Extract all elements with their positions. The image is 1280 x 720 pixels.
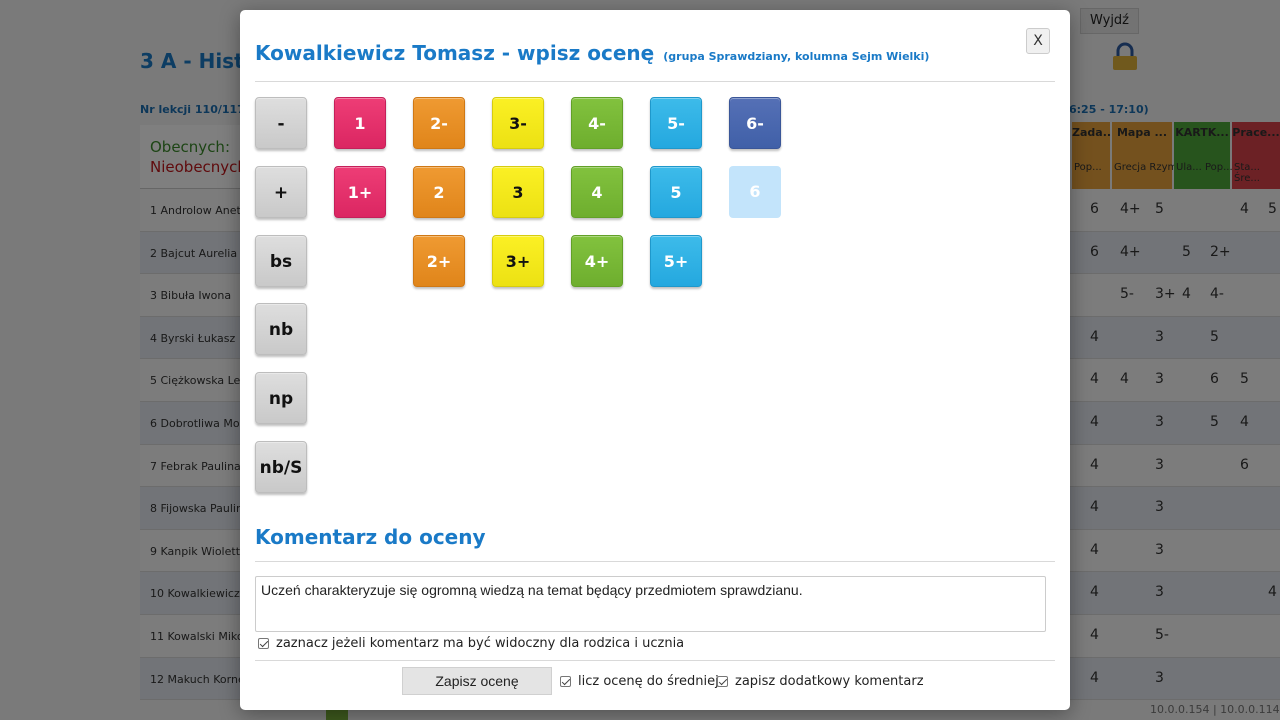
save-grade-button[interactable]: Zapisz ocenę bbox=[402, 667, 552, 695]
grade-button[interactable]: 5 bbox=[650, 165, 702, 218]
grade-button[interactable]: 2 bbox=[413, 165, 465, 218]
visibility-checkbox[interactable] bbox=[258, 638, 269, 649]
extra-comment-checkbox[interactable] bbox=[717, 676, 728, 687]
visibility-checkbox-row[interactable]: zaznacz jeżeli komentarz ma być widoczny… bbox=[258, 636, 684, 651]
comment-section-title: Komentarz do oceny bbox=[255, 525, 486, 549]
dialog-title-text: Kowalkiewicz Tomasz - wpisz ocenę bbox=[255, 41, 655, 65]
visibility-checkbox-label: zaznacz jeżeli komentarz ma być widoczny… bbox=[276, 636, 685, 651]
grade-button[interactable]: 4 bbox=[571, 165, 623, 218]
grade-button[interactable]: - bbox=[255, 97, 307, 149]
grade-button[interactable]: 4- bbox=[571, 97, 623, 149]
grade-button[interactable]: + bbox=[255, 165, 307, 218]
close-button[interactable]: X bbox=[1026, 28, 1050, 54]
grade-button[interactable]: 5+ bbox=[650, 234, 702, 287]
dialog-subtitle: (grupa Sprawdziany, kolumna Sejm Wielki) bbox=[663, 50, 930, 63]
divider bbox=[255, 81, 1055, 82]
extra-comment-checkbox-row[interactable]: zapisz dodatkowy komentarz bbox=[717, 674, 924, 689]
grade-button[interactable]: np bbox=[255, 372, 307, 425]
grade-button[interactable]: 1+ bbox=[334, 165, 386, 218]
grade-button[interactable]: 3 bbox=[492, 165, 544, 218]
average-checkbox[interactable] bbox=[560, 676, 571, 687]
grade-button[interactable]: 3- bbox=[492, 97, 544, 149]
grade-button[interactable]: 3+ bbox=[492, 234, 544, 287]
grade-button[interactable]: 2- bbox=[413, 97, 465, 149]
grade-button[interactable]: bs bbox=[255, 234, 307, 287]
extra-comment-checkbox-label: zapisz dodatkowy komentarz bbox=[735, 674, 924, 689]
grade-button[interactable]: 2+ bbox=[413, 234, 465, 287]
grade-entry-dialog: Kowalkiewicz Tomasz - wpisz ocenę (grupa… bbox=[240, 10, 1070, 710]
dialog-title: Kowalkiewicz Tomasz - wpisz ocenę (grupa… bbox=[255, 41, 929, 65]
divider bbox=[255, 561, 1055, 562]
grade-button[interactable]: 1 bbox=[334, 97, 386, 149]
average-checkbox-row[interactable]: licz ocenę do średniej bbox=[560, 674, 719, 689]
average-checkbox-label: licz ocenę do średniej bbox=[578, 674, 719, 689]
grade-button[interactable]: 6- bbox=[729, 97, 781, 149]
divider bbox=[255, 660, 1055, 661]
grade-button[interactable]: 5- bbox=[650, 97, 702, 149]
grade-button[interactable]: nb bbox=[255, 303, 307, 356]
grade-button[interactable]: 6 bbox=[729, 165, 781, 218]
grade-button[interactable]: nb/S bbox=[255, 441, 307, 493]
comment-textarea[interactable]: Uczeń charakteryzuje się ogromną wiedzą … bbox=[255, 576, 1046, 632]
grade-button[interactable]: 4+ bbox=[571, 234, 623, 287]
